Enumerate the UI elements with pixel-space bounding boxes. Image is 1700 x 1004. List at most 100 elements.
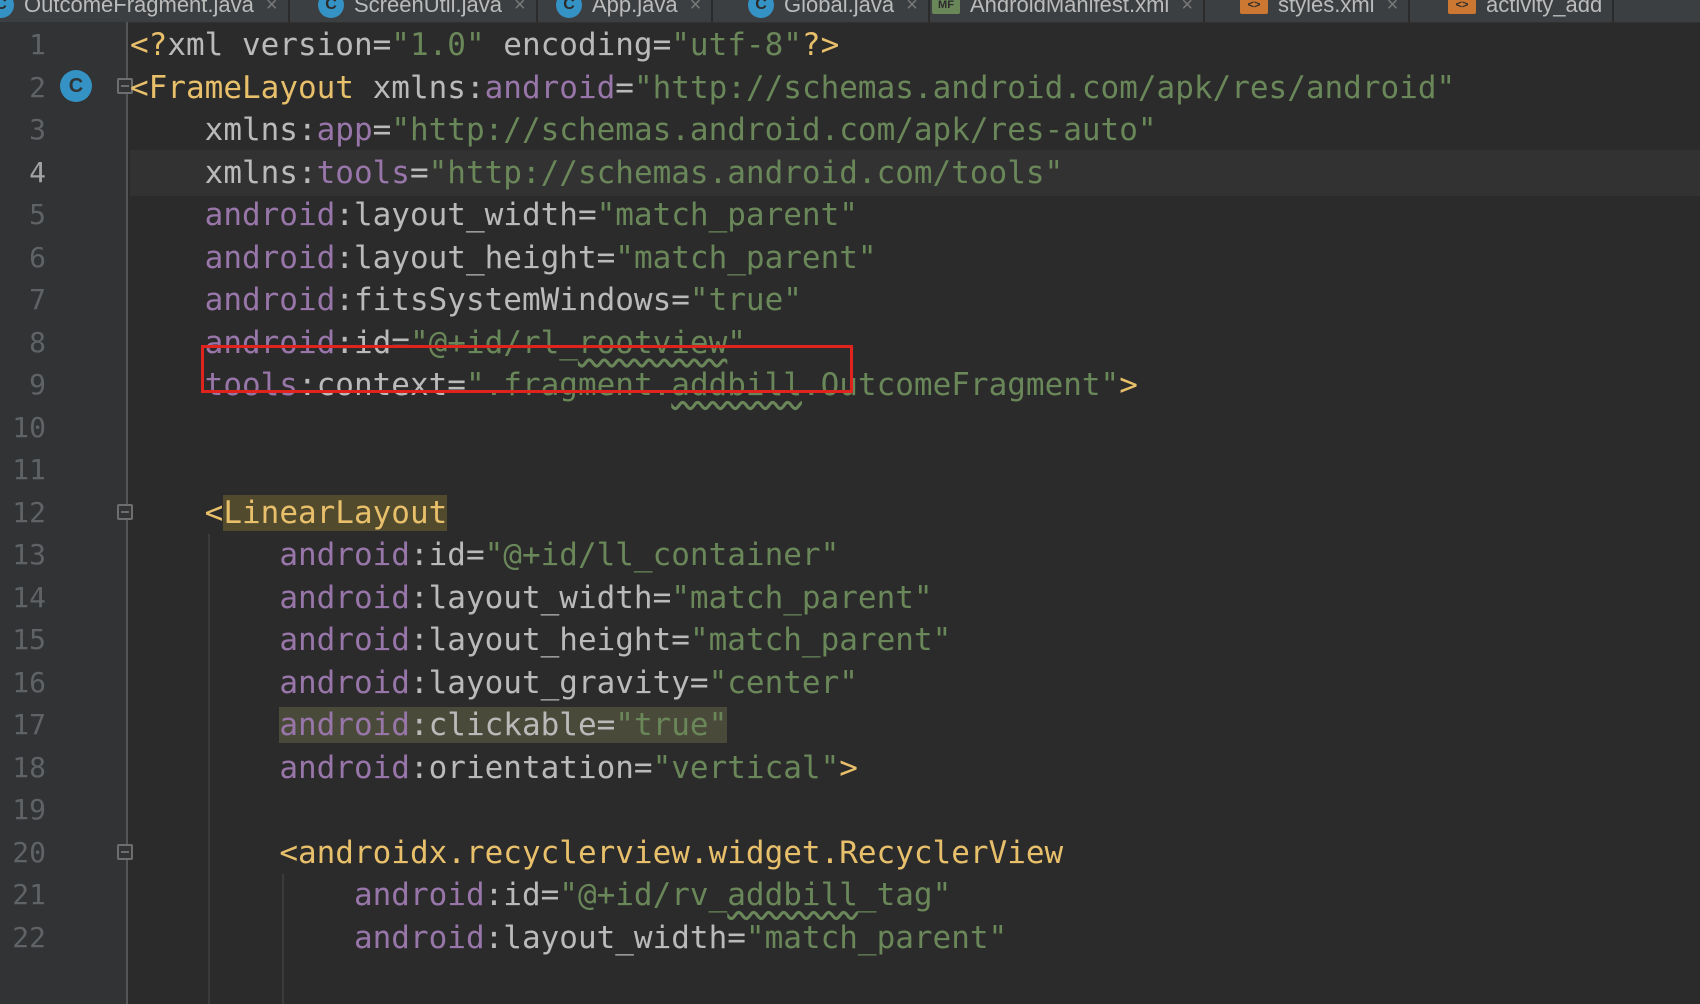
- code-token: =: [372, 112, 392, 148]
- code-line[interactable]: [130, 447, 1700, 493]
- code-token: :layout_width=: [484, 919, 746, 956]
- code-token: "center": [708, 664, 858, 701]
- line-number: 21: [12, 878, 46, 911]
- code-token: _tag": [857, 877, 952, 913]
- code-line[interactable]: android:layout_gravity="center": [130, 660, 1700, 706]
- code-token: >: [1119, 367, 1138, 403]
- highlight-box: [201, 345, 853, 393]
- tab-label: App.java: [592, 0, 678, 17]
- code-token: <: [204, 494, 224, 531]
- code-line[interactable]: android:orientation="vertical">: [130, 745, 1700, 791]
- code-token: android: [279, 707, 410, 743]
- line-number: 18: [12, 750, 46, 784]
- code-line[interactable]: xmlns:app="http://schemas.android.com/ap…: [130, 107, 1700, 153]
- code-line[interactable]: android:id="@+id/ll_container": [130, 532, 1700, 578]
- code-line[interactable]: android:layout_width="match_parent": [130, 575, 1700, 621]
- line-number: 1: [29, 28, 46, 61]
- code-line[interactable]: android:id="@+id/rv_addbill_tag": [130, 872, 1700, 918]
- code-line[interactable]: android:layout_height="match_parent": [130, 617, 1700, 663]
- tab-app-java[interactable]: C App.java ×: [556, 0, 714, 22]
- code-token: >: [839, 749, 858, 786]
- code-token: LinearLayout: [223, 494, 448, 531]
- tab-label: Global.java: [784, 0, 895, 17]
- line-number: 7: [29, 283, 46, 316]
- close-tab-icon[interactable]: ×: [906, 0, 918, 17]
- line-number: 12: [12, 495, 46, 529]
- code-token: android: [353, 877, 485, 913]
- code-token: android: [279, 749, 410, 786]
- xml-icon: <>: [1448, 0, 1476, 14]
- code-token: "match_parent": [745, 919, 1008, 956]
- line-number: 8: [29, 325, 46, 359]
- tab-global-java[interactable]: C Global.java ×: [748, 0, 930, 22]
- code-line[interactable]: android:layout_width="match_parent": [130, 192, 1700, 238]
- code-token: :orientation=: [409, 749, 653, 786]
- line-number: 5: [29, 198, 46, 231]
- tab-screenutil-java[interactable]: C ScreenUtil.java ×: [318, 0, 538, 22]
- close-tab-icon[interactable]: ×: [690, 0, 702, 17]
- tab-styles-xml[interactable]: <> styles.xml ×: [1240, 0, 1411, 22]
- tab-activity-add[interactable]: <> activity_add: [1448, 0, 1615, 22]
- line-number: 22: [12, 920, 46, 954]
- close-tab-icon[interactable]: ×: [1181, 0, 1193, 17]
- tab-label: AndroidManifest.xml: [970, 0, 1170, 17]
- line-number: 19: [12, 793, 46, 826]
- code-token: android: [484, 69, 616, 106]
- code-token: android: [279, 664, 410, 701]
- class-icon: C: [556, 0, 582, 18]
- code-line[interactable]: [130, 405, 1700, 451]
- code-token: "1.0": [391, 27, 485, 63]
- line-number: 17: [12, 708, 46, 741]
- code-token: "match_parent": [615, 239, 877, 276]
- code-token: =: [615, 69, 634, 106]
- code-line[interactable]: android:layout_height="match_parent": [130, 235, 1700, 281]
- class-badge-icon[interactable]: C: [60, 70, 92, 102]
- code-editor[interactable]: <?xml version="1.0" encoding="utf-8"?> <F…: [130, 22, 1700, 1004]
- code-token: "match_parent": [671, 579, 933, 616]
- tab-androidmanifest-xml[interactable]: MF AndroidManifest.xml ×: [932, 0, 1205, 22]
- code-token: xmlns:: [130, 112, 317, 148]
- code-token: encoding=: [484, 27, 672, 63]
- line-number: 11: [12, 453, 46, 486]
- line-number: 10: [12, 410, 46, 444]
- close-tab-icon[interactable]: ×: [266, 0, 278, 17]
- code-token: "http://schemas.android.com/apk/res/andr…: [633, 69, 1456, 106]
- code-line[interactable]: android:layout_width="match_parent": [130, 915, 1700, 961]
- code-token: "http://schemas.android.com/tools": [428, 154, 1064, 191]
- line-number-gutter: C 1 2 3 4 5 6 7 8 9 10 11 12 13 14 15 16 17 18 19 20 21 22: [0, 22, 133, 1004]
- code-line[interactable]: android:fitsSystemWindows="true": [130, 277, 1700, 323]
- tab-label: styles.xml: [1278, 0, 1375, 17]
- line-number: 20: [12, 835, 46, 869]
- tab-outcomefragment-java[interactable]: C OutcomeFragment.java ×: [0, 0, 290, 22]
- close-tab-icon[interactable]: ×: [514, 0, 526, 17]
- code-token: "match_parent": [596, 197, 858, 233]
- code-token: addbill: [727, 877, 858, 913]
- code-line[interactable]: <LinearLayout: [130, 490, 1700, 536]
- code-token: :layout_height=: [409, 622, 690, 658]
- line-number: 13: [12, 538, 46, 571]
- code-line[interactable]: xmlns:tools="http://schemas.android.com/…: [130, 149, 1700, 196]
- code-line[interactable]: <FrameLayout xmlns:android="http://schem…: [130, 65, 1700, 111]
- code-token: "vertical": [652, 749, 840, 786]
- code-token: "true": [615, 707, 728, 743]
- code-token: "@+id/ll_container": [484, 537, 840, 573]
- code-line[interactable]: android:clickable="true": [130, 702, 1700, 748]
- code-line[interactable]: <?xml version="1.0" encoding="utf-8"?>: [130, 22, 1700, 68]
- code-line[interactable]: [130, 787, 1700, 833]
- code-line[interactable]: <androidx.recyclerview.widget.RecyclerVi…: [130, 830, 1700, 876]
- code-token: android: [204, 197, 336, 233]
- code-token: :layout_gravity=: [409, 664, 709, 701]
- code-token: app: [316, 112, 373, 148]
- close-tab-icon[interactable]: ×: [1387, 0, 1399, 17]
